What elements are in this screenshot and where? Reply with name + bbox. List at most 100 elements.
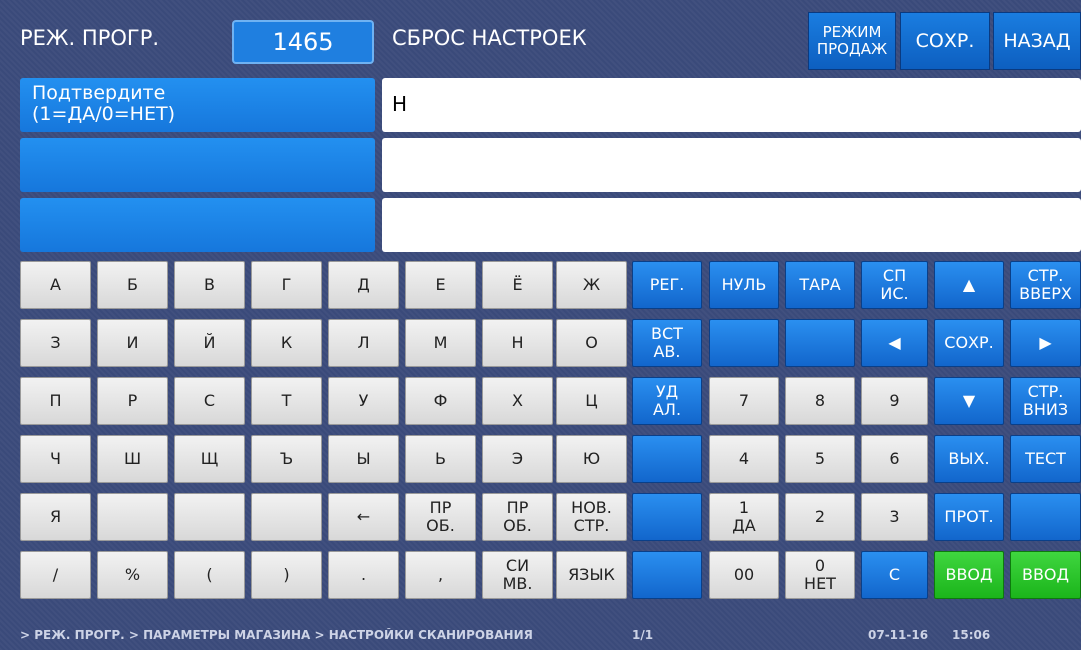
exit-key[interactable]: ВЫХ. [934, 435, 1004, 483]
key-0-7[interactable]: Ж [556, 261, 627, 309]
field-label-text: Подтвердите (1=ДА/0=НЕТ) [32, 82, 175, 125]
key-1-8[interactable]: ВСТ АВ. [632, 319, 702, 367]
function-title: СБРОС НАСТРОЕК [392, 26, 587, 50]
key-2-6[interactable]: Х [482, 377, 553, 425]
key-3-10[interactable]: 5 [785, 435, 855, 483]
status-time: 15:06 [952, 628, 991, 642]
down-arrow-icon[interactable]: ▼ [934, 377, 1004, 425]
key-3-3[interactable]: Ъ [251, 435, 322, 483]
key-2-11[interactable]: 9 [861, 377, 928, 425]
key-4-11[interactable]: 3 [861, 493, 928, 541]
backspace-key[interactable]: ← [328, 493, 399, 541]
key-4-0[interactable]: Я [20, 493, 91, 541]
key-5-4[interactable]: . [328, 551, 399, 599]
key-5-1[interactable]: % [97, 551, 168, 599]
key-5-6[interactable]: СИ МВ. [482, 551, 553, 599]
key-0-11[interactable]: СП ИС. [861, 261, 928, 309]
key-3-4[interactable]: Ы [328, 435, 399, 483]
protocol-key[interactable]: ПРОТ. [934, 493, 1004, 541]
key-2-5[interactable]: Ф [405, 377, 476, 425]
enter-key[interactable]: ВВОД [1010, 551, 1081, 599]
language-key[interactable]: ЯЗЫК [556, 551, 627, 599]
back-button[interactable]: НАЗАД [993, 12, 1081, 70]
key-4-13[interactable] [1010, 493, 1081, 541]
key-0-0[interactable]: А [20, 261, 91, 309]
status-date: 07-11-16 [868, 628, 929, 642]
key-3-7[interactable]: Ю [556, 435, 627, 483]
key-4-8[interactable] [632, 493, 702, 541]
key-1-7[interactable]: О [556, 319, 627, 367]
key-0-5[interactable]: Е [405, 261, 476, 309]
key-1-0[interactable]: З [20, 319, 91, 367]
key-2-13[interactable]: СТР. ВНИЗ [1010, 377, 1081, 425]
key-4-3[interactable] [251, 493, 322, 541]
key-2-3[interactable]: Т [251, 377, 322, 425]
key-3-0[interactable]: Ч [20, 435, 91, 483]
key-2-4[interactable]: У [328, 377, 399, 425]
key-1-5[interactable]: М [405, 319, 476, 367]
key-2-7[interactable]: Ц [556, 377, 627, 425]
field-label-confirm: Подтвердите (1=ДА/0=НЕТ) [20, 78, 375, 132]
key-3-1[interactable]: Ш [97, 435, 168, 483]
key-5-3[interactable]: ) [251, 551, 322, 599]
key-2-8[interactable]: УД АЛ. [632, 377, 702, 425]
key-3-8[interactable] [632, 435, 702, 483]
key-1-2[interactable]: Й [174, 319, 245, 367]
key-5-2[interactable]: ( [174, 551, 245, 599]
tare-key[interactable]: ТАРА [785, 261, 855, 309]
key-4-10[interactable]: 2 [785, 493, 855, 541]
key-4-1[interactable] [97, 493, 168, 541]
key-2-0[interactable]: П [20, 377, 91, 425]
key-1-10[interactable] [785, 319, 855, 367]
key-2-1[interactable]: Р [97, 377, 168, 425]
save-key[interactable]: СОХР. [934, 319, 1004, 367]
sales-mode-button[interactable]: РЕЖИМ ПРОДАЖ [808, 12, 896, 70]
key-0-1[interactable]: Б [97, 261, 168, 309]
field-value-3[interactable] [382, 198, 1081, 252]
key-1-9[interactable] [709, 319, 779, 367]
key-5-0[interactable]: / [20, 551, 91, 599]
key-3-9[interactable]: 4 [709, 435, 779, 483]
key-3-2[interactable]: Щ [174, 435, 245, 483]
key-2-9[interactable]: 7 [709, 377, 779, 425]
key-5-9[interactable]: 00 [709, 551, 779, 599]
key-1-6[interactable]: Н [482, 319, 553, 367]
key-3-5[interactable]: Ь [405, 435, 476, 483]
field-value-2[interactable] [382, 138, 1081, 192]
save-button[interactable]: СОХР. [900, 12, 990, 70]
key-4-6[interactable]: ПР ОБ. [482, 493, 553, 541]
key-3-11[interactable]: 6 [861, 435, 928, 483]
key-4-5[interactable]: ПР ОБ. [405, 493, 476, 541]
key-4-9[interactable]: 1 ДА [709, 493, 779, 541]
clear-key[interactable]: С [174, 377, 245, 425]
key-5-5[interactable]: , [405, 551, 476, 599]
function-code[interactable]: 1465 [232, 20, 374, 64]
key-0-13[interactable]: СТР. ВВЕРХ [1010, 261, 1081, 309]
key-0-6[interactable]: Ё [482, 261, 553, 309]
key-1-3[interactable]: К [251, 319, 322, 367]
key-1-4[interactable]: Л [328, 319, 399, 367]
left-arrow-icon[interactable]: ◀ [861, 319, 928, 367]
sales-mode-label: РЕЖИМ ПРОДАЖ [816, 23, 888, 58]
enter-key[interactable]: ВВОД [934, 551, 1004, 599]
test-key[interactable]: ТЕСТ [1010, 435, 1081, 483]
clear-key[interactable]: С [861, 551, 928, 599]
key-3-6[interactable]: Э [482, 435, 553, 483]
key-5-8[interactable] [632, 551, 702, 599]
key-0-4[interactable]: Д [328, 261, 399, 309]
register-key[interactable]: РЕГ. [632, 261, 702, 309]
key-0-2[interactable]: В [174, 261, 245, 309]
key-5-10[interactable]: 0 НЕТ [785, 551, 855, 599]
right-arrow-icon[interactable]: ▶ [1010, 319, 1081, 367]
key-1-1[interactable]: И [97, 319, 168, 367]
field-label-2 [20, 138, 375, 192]
key-4-2[interactable] [174, 493, 245, 541]
mode-title: РЕЖ. ПРОГР. [20, 26, 160, 50]
field-value-confirm[interactable]: Н [382, 78, 1081, 132]
zero-key[interactable]: НУЛЬ [709, 261, 779, 309]
page-indicator: 1/1 [632, 628, 654, 642]
key-2-10[interactable]: 8 [785, 377, 855, 425]
key-0-3[interactable]: Г [251, 261, 322, 309]
up-arrow-icon[interactable]: ▲ [934, 261, 1004, 309]
key-4-7[interactable]: НОВ. СТР. [556, 493, 627, 541]
